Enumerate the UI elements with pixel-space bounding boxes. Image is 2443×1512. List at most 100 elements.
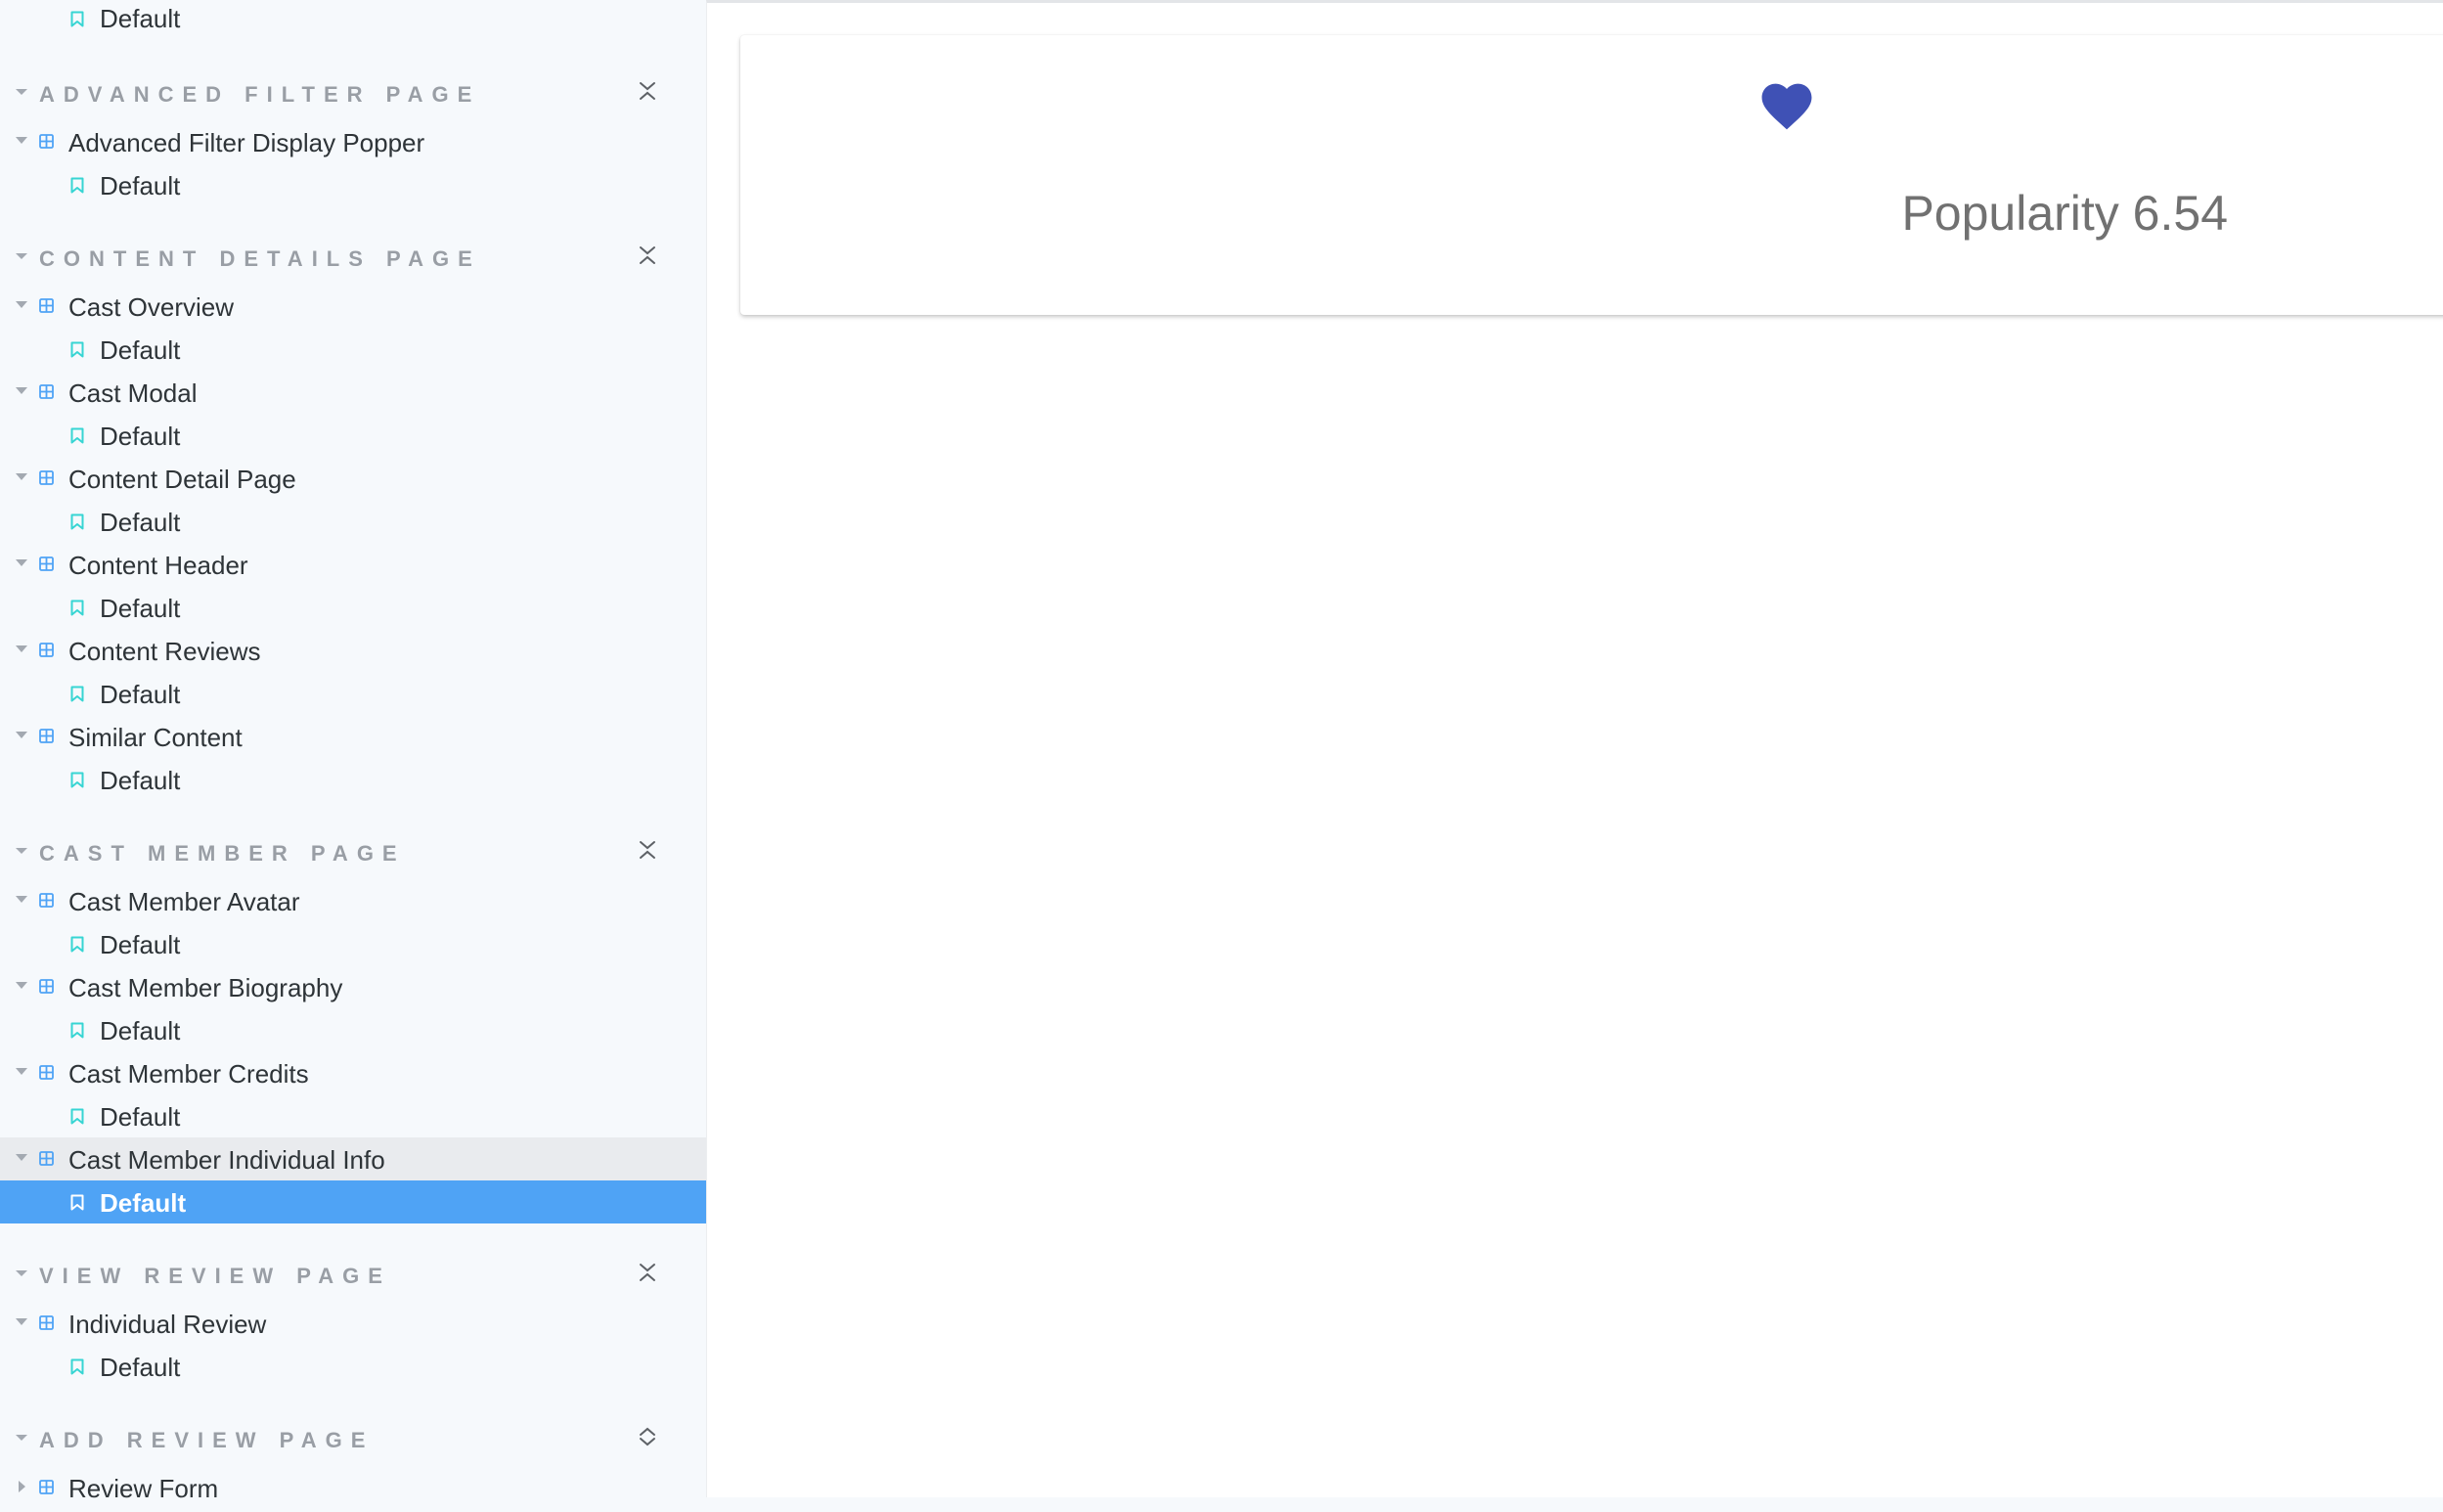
- story-item[interactable]: Default: [0, 922, 706, 965]
- collapse-all-icon[interactable]: [637, 838, 658, 862]
- caret-down-icon: [16, 1270, 27, 1276]
- component-label: Cast Modal: [68, 378, 198, 408]
- caret-down-icon: [16, 137, 27, 144]
- sidebar-tree: Default ADVANCED FILTER PAGE Advanced Fi…: [0, 0, 706, 1512]
- story-label: Default: [100, 766, 181, 795]
- section-title: VIEW REVIEW PAGE: [39, 1264, 391, 1288]
- tree-component-item[interactable]: Review Form: [0, 1466, 706, 1509]
- story-label: Default: [100, 930, 181, 959]
- story-item[interactable]: Default: [0, 500, 706, 543]
- story-item[interactable]: Default: [0, 163, 706, 206]
- caret-down-icon: [16, 645, 27, 652]
- story-label: Default: [100, 335, 181, 365]
- caret-down-icon: [16, 473, 27, 480]
- story-item[interactable]: Default: [0, 758, 706, 801]
- tree-component-item[interactable]: Cast Member Avatar: [0, 879, 706, 922]
- component-grid-icon: [39, 729, 54, 743]
- component-grid-icon: [39, 643, 54, 657]
- component-label: Review Form: [68, 1474, 219, 1503]
- component-grid-icon: [39, 893, 54, 908]
- component-grid-icon: [39, 134, 54, 149]
- collapse-all-icon[interactable]: [637, 79, 658, 103]
- section-title: CONTENT DETAILS PAGE: [39, 246, 481, 271]
- caret-down-icon: [16, 848, 27, 854]
- story-item[interactable]: Default: [0, 414, 706, 457]
- tree-component-item[interactable]: Similar Content: [0, 715, 706, 758]
- caret-down-icon: [16, 253, 27, 259]
- tree-component-item[interactable]: Content Reviews: [0, 629, 706, 672]
- collapse-all-icon[interactable]: [637, 1261, 658, 1284]
- story-item[interactable]: Default: [0, 1094, 706, 1137]
- caret-down-icon: [16, 1435, 27, 1441]
- section-title: ADD REVIEW PAGE: [39, 1428, 375, 1452]
- story-item[interactable]: Default: [0, 0, 706, 43]
- caret-down-icon: [16, 89, 27, 95]
- component-label: Content Reviews: [68, 637, 261, 666]
- bookmark-icon: [70, 772, 84, 788]
- bookmark-icon: [70, 1194, 84, 1211]
- tree-component-item[interactable]: Cast Member Individual Info: [0, 1137, 706, 1180]
- component-label: Individual Review: [68, 1310, 267, 1339]
- expand-all-icon[interactable]: [637, 1425, 658, 1448]
- component-label: Cast Overview: [68, 292, 235, 322]
- component-label: Advanced Filter Display Popper: [68, 128, 425, 157]
- caret-down-icon: [16, 732, 27, 738]
- bookmark-icon: [70, 427, 84, 444]
- component-grid-icon: [39, 1065, 54, 1080]
- caret-down-icon: [16, 1318, 27, 1325]
- story-label: Default: [100, 1016, 181, 1045]
- story-label: Default: [100, 508, 181, 537]
- bookmark-icon: [70, 11, 84, 27]
- component-grid-icon: [39, 979, 54, 994]
- component-grid-icon: [39, 470, 54, 485]
- story-label: Default: [100, 1188, 187, 1218]
- component-label: Cast Member Avatar: [68, 887, 300, 916]
- story-item[interactable]: Default: [0, 1008, 706, 1051]
- bookmark-icon: [70, 1108, 84, 1125]
- section-header-advanced-filter-page[interactable]: ADVANCED FILTER PAGE: [0, 73, 706, 116]
- component-grid-icon: [39, 1480, 54, 1494]
- caret-down-icon: [16, 1154, 27, 1161]
- bookmark-icon: [70, 177, 84, 194]
- story-item[interactable]: Default: [0, 586, 706, 629]
- tree-component-item[interactable]: Cast Overview: [0, 285, 706, 328]
- component-grid-icon: [39, 1315, 54, 1330]
- popularity-card: Popularity 6.54: [740, 35, 2443, 315]
- tree-component-item[interactable]: Content Header: [0, 543, 706, 586]
- tree-component-item[interactable]: Individual Review: [0, 1302, 706, 1345]
- component-grid-icon: [39, 298, 54, 313]
- bookmark-icon: [70, 936, 84, 953]
- tree-component-item[interactable]: Content Detail Page: [0, 457, 706, 500]
- caret-down-icon: [16, 387, 27, 394]
- section-header-content-details-page[interactable]: CONTENT DETAILS PAGE: [0, 238, 706, 281]
- caret-down-icon: [16, 301, 27, 308]
- story-label: Default: [100, 680, 181, 709]
- popularity-text: Popularity 6.54: [1901, 186, 2228, 241]
- section-header-add-review-page[interactable]: ADD REVIEW PAGE: [0, 1419, 706, 1462]
- heart-icon: [1761, 83, 1812, 130]
- bookmark-icon: [70, 513, 84, 530]
- collapse-all-icon[interactable]: [637, 244, 658, 267]
- story-item[interactable]: Default: [0, 1345, 706, 1388]
- component-label: Cast Member Individual Info: [68, 1145, 385, 1175]
- caret-down-icon: [16, 1068, 27, 1075]
- tree-component-item[interactable]: Cast Modal: [0, 371, 706, 414]
- tree-component-item[interactable]: Cast Member Biography: [0, 965, 706, 1008]
- tree-component-item[interactable]: Advanced Filter Display Popper: [0, 120, 706, 163]
- section-title: ADVANCED FILTER PAGE: [39, 82, 481, 107]
- story-item[interactable]: Default: [0, 672, 706, 715]
- section-header-view-review-page[interactable]: VIEW REVIEW PAGE: [0, 1255, 706, 1298]
- story-item-selected[interactable]: Default: [0, 1180, 706, 1223]
- story-label: Default: [100, 4, 181, 33]
- caret-right-icon: [19, 1481, 25, 1492]
- preview-canvas: Popularity 6.54: [706, 0, 2443, 1497]
- story-item[interactable]: Default: [0, 328, 706, 371]
- bookmark-icon: [70, 1358, 84, 1375]
- component-label: Cast Member Credits: [68, 1059, 309, 1089]
- component-grid-icon: [39, 384, 54, 399]
- bookmark-icon: [70, 1022, 84, 1039]
- tree-component-item[interactable]: Cast Member Credits: [0, 1051, 706, 1094]
- caret-down-icon: [16, 896, 27, 903]
- section-header-cast-member-page[interactable]: CAST MEMBER PAGE: [0, 832, 706, 875]
- section-title: CAST MEMBER PAGE: [39, 841, 406, 866]
